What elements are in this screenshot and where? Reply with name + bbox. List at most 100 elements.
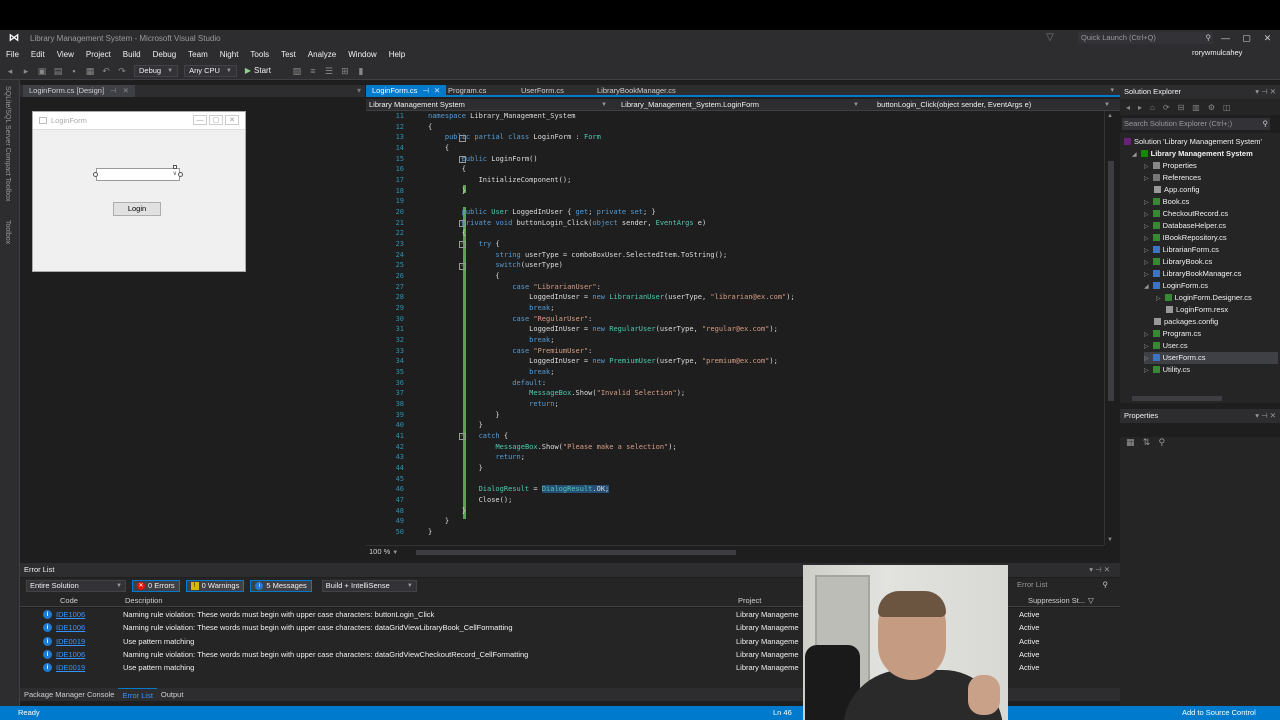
tree-item-file[interactable]: ▷ User.cs <box>1144 340 1188 352</box>
tab-loginform-cs[interactable]: LoginForm.cs ⊣ ✕ <box>366 85 447 97</box>
editor-horizontal-scrollbar[interactable] <box>416 550 1096 555</box>
tree-item-file[interactable]: ▷ CheckoutRecord.cs <box>1144 208 1228 220</box>
back-icon[interactable]: ◂ <box>1126 103 1130 112</box>
tree-item-file[interactable]: ▷ Book.cs <box>1144 196 1189 208</box>
menu-help[interactable]: Help <box>383 50 411 59</box>
tree-item-file[interactable]: ▷ Program.cs <box>1144 328 1201 340</box>
tree-item-file[interactable]: LoginForm.resx <box>1166 304 1228 316</box>
menu-night[interactable]: Night <box>214 50 245 59</box>
open-icon[interactable]: ▤ <box>52 65 64 77</box>
menu-debug[interactable]: Debug <box>147 50 183 59</box>
close-icon[interactable]: ✕ <box>123 86 129 95</box>
close-icon[interactable]: ✕ <box>434 86 440 95</box>
menu-project[interactable]: Project <box>80 50 117 59</box>
spacing-icon[interactable]: ⊞ <box>339 65 351 77</box>
panel-controls[interactable]: ▾ ⊣ ✕ <box>1089 563 1110 577</box>
column-description[interactable]: Description <box>125 594 163 607</box>
tree-item-file-selected[interactable]: ▷ UserForm.cs <box>1144 352 1278 364</box>
save-icon[interactable]: ▪ <box>68 65 80 77</box>
combobox-user[interactable]: ∨ <box>93 165 183 181</box>
tab-error-list[interactable]: Error List <box>118 688 157 701</box>
align-center-icon[interactable]: ☰ <box>323 65 335 77</box>
scroll-thumb[interactable] <box>1108 161 1114 401</box>
tab-package-manager-console[interactable]: Package Manager Console <box>20 688 118 701</box>
property-pages-icon[interactable]: ⚲ <box>1159 437 1166 447</box>
menu-analyze[interactable]: Analyze <box>302 50 342 59</box>
solution-search-input[interactable]: Search Solution Explorer (Ctrl+;) ⚲ <box>1122 118 1270 130</box>
column-code[interactable]: Code <box>60 594 78 607</box>
tree-item-loginform[interactable]: ◢ LoginForm.cs <box>1144 280 1208 292</box>
smart-tag-handle[interactable] <box>173 165 177 169</box>
login-form-preview[interactable]: LoginForm — ▢ ✕ ∨ Login <box>32 111 246 272</box>
warnings-filter-toggle[interactable]: ! 0 Warnings <box>185 580 245 592</box>
tree-item-file[interactable]: ▷ LibraryBookManager.cs <box>1144 268 1241 280</box>
pin-icon[interactable]: ⊣ <box>110 86 117 95</box>
column-project[interactable]: Project <box>738 594 761 607</box>
zoom-select[interactable]: 100 % ▼ <box>369 547 398 556</box>
panel-controls[interactable]: ▾ ⊣ ✕ <box>1255 85 1276 99</box>
column-suppression-state[interactable]: Suppression St... <box>1028 594 1085 607</box>
sqlite-toolbox-tab[interactable]: SQLite/SQL Server Compact Toolbox <box>4 86 11 202</box>
back-icon[interactable]: ◂ <box>4 65 16 77</box>
solution-horizontal-scrollbar[interactable] <box>1120 393 1280 403</box>
format-icon[interactable]: ▧ <box>291 65 303 77</box>
add-to-source-control-button[interactable]: Add to Source Control <box>1182 706 1256 720</box>
tab-userform-cs[interactable]: UserForm.cs <box>515 85 570 97</box>
member-dropdown[interactable]: buttonLogin_Click(object sender, EventAr… <box>874 99 1114 111</box>
scroll-thumb[interactable] <box>416 550 736 555</box>
bookmark-icon[interactable]: ▮ <box>355 65 367 77</box>
tree-item-file[interactable]: ▷ IBookRepository.cs <box>1144 232 1227 244</box>
menu-tools[interactable]: Tools <box>244 50 275 59</box>
toolbox-tab[interactable]: Toolbox <box>4 220 11 244</box>
tree-item-solution[interactable]: Solution 'Library Management System' <box>1124 136 1262 148</box>
tree-item-file[interactable]: ▷ LoginForm.Designer.cs <box>1156 292 1252 304</box>
tree-item-file[interactable]: ▷ Utility.cs <box>1144 364 1190 376</box>
chevron-down-icon[interactable]: ▾ <box>357 85 361 97</box>
chevron-down-icon[interactable]: ▾ <box>1110 85 1114 97</box>
properties-icon[interactable]: ⚙ <box>1208 103 1215 112</box>
resize-handle[interactable] <box>93 172 98 177</box>
scope-select[interactable]: Entire Solution ▼ <box>26 580 126 592</box>
solution-config-select[interactable]: Debug ▼ <box>134 64 179 77</box>
align-icon[interactable]: ≡ <box>307 65 319 77</box>
maximize-icon[interactable]: ▢ <box>1236 30 1257 46</box>
error-list-search-input[interactable]: Error List ⚲ <box>1015 579 1110 591</box>
categorized-icon[interactable]: ▦ <box>1126 437 1135 447</box>
editor-vertical-scrollbar[interactable]: ▲ ▼ <box>1104 111 1116 545</box>
menu-file[interactable]: File <box>0 50 25 59</box>
close-icon[interactable]: ✕ <box>1257 30 1278 46</box>
tree-item-references[interactable]: ▷ References <box>1144 172 1201 184</box>
resize-handle[interactable] <box>178 172 183 177</box>
pin-icon[interactable]: ⊣ <box>422 86 429 95</box>
tree-item-file[interactable]: ▷ LibrarianForm.cs <box>1144 244 1219 256</box>
account-name[interactable]: rorywmulcahey <box>1192 48 1242 57</box>
tab-output[interactable]: Output <box>157 688 188 701</box>
type-dropdown[interactable]: Library_Management_System.LoginForm ▼ <box>618 99 863 111</box>
show-all-files-icon[interactable]: ▥ <box>1192 103 1200 112</box>
home-icon[interactable]: ⌂ <box>1150 103 1155 112</box>
new-project-icon[interactable]: ▣ <box>36 65 48 77</box>
tab-program-cs[interactable]: Program.cs <box>442 85 492 97</box>
messages-filter-toggle[interactable]: i5 Messages <box>250 580 312 592</box>
tree-item-properties[interactable]: ▷ Properties <box>1144 160 1197 172</box>
notification-filter-icon[interactable]: ▽ <box>1040 30 1060 46</box>
tree-item-file[interactable]: ▷ LibraryBook.cs <box>1144 256 1212 268</box>
undo-icon[interactable]: ↶ <box>100 65 112 77</box>
tree-item-app-config[interactable]: App.config <box>1154 184 1199 196</box>
alphabetical-icon[interactable]: ⇅ <box>1143 437 1151 447</box>
forward-icon[interactable]: ▸ <box>20 65 32 77</box>
minimize-icon[interactable]: — <box>1215 30 1236 46</box>
forward-icon[interactable]: ▸ <box>1138 103 1142 112</box>
preview-icon[interactable]: ◫ <box>1223 103 1231 112</box>
tree-item-file[interactable]: packages.config <box>1154 316 1218 328</box>
filter-icon[interactable]: ▽ <box>1088 594 1094 607</box>
tree-item-project[interactable]: ◢ Library Management System <box>1132 148 1253 160</box>
tab-loginform-design[interactable]: LoginForm.cs [Design] ⊣ ✕ <box>23 85 135 97</box>
scroll-up-icon[interactable]: ▲ <box>1107 113 1113 119</box>
platform-select[interactable]: Any CPU ▼ <box>184 64 237 77</box>
menu-view[interactable]: View <box>51 50 80 59</box>
redo-icon[interactable]: ↷ <box>116 65 128 77</box>
quick-launch-input[interactable]: Quick Launch (Ctrl+Q) ⚲ <box>1078 32 1213 44</box>
sync-icon[interactable]: ⟳ <box>1163 103 1170 112</box>
code-editor[interactable]: 11 12 13 14 15 16 17 18 19 20 21 22 23 2… <box>366 111 1104 545</box>
